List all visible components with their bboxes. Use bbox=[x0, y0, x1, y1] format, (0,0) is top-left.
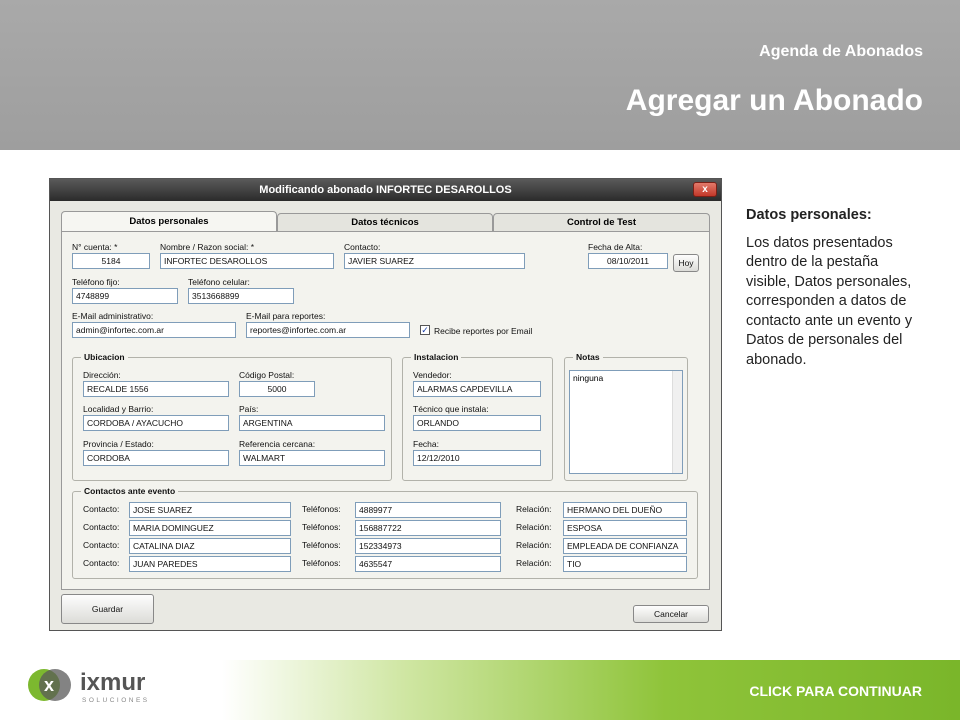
contacto-relacion-field[interactable]: TIO bbox=[563, 556, 687, 572]
contacto-telefono-field[interactable]: 4889977 bbox=[355, 502, 501, 518]
tel-fijo-field[interactable]: 4748899 bbox=[72, 288, 178, 304]
brand-subtext: SOLUCIONES bbox=[82, 697, 150, 704]
email-admin-label: E-Mail administrativo: bbox=[72, 311, 154, 321]
referencia-label: Referencia cercana: bbox=[239, 439, 316, 449]
contacto-relacion-field[interactable]: EMPLEADA DE CONFIANZA bbox=[563, 538, 687, 554]
tel-fijo-label: Teléfono fijo: bbox=[72, 277, 120, 287]
cuenta-label: N° cuenta: * bbox=[72, 242, 118, 252]
relacion-row-label: Relación: bbox=[516, 522, 552, 532]
tecnico-field[interactable]: ORLANDO bbox=[413, 415, 541, 431]
tab-datos-tecnicos[interactable]: Datos técnicos bbox=[277, 213, 493, 231]
close-icon[interactable]: x bbox=[693, 182, 717, 197]
fecha-instalacion-label: Fecha: bbox=[413, 439, 439, 449]
telefonos-row-label: Teléfonos: bbox=[302, 522, 341, 532]
contacto-field[interactable]: JAVIER SUAREZ bbox=[344, 253, 525, 269]
contacto-row-label: Contacto: bbox=[83, 522, 120, 532]
notas-text: ninguna bbox=[573, 373, 604, 383]
tab-datos-personales[interactable]: Datos personales bbox=[61, 211, 277, 231]
direccion-label: Dirección: bbox=[83, 370, 121, 380]
contacto-nombre-field[interactable]: JUAN PAREDES bbox=[129, 556, 291, 572]
hoy-button[interactable]: Hoy bbox=[673, 254, 699, 272]
contactos-title: Contactos ante evento bbox=[81, 486, 179, 496]
cancelar-button[interactable]: Cancelar bbox=[633, 605, 709, 623]
email-rep-label: E-Mail para reportes: bbox=[246, 311, 326, 321]
telefonos-row-label: Teléfonos: bbox=[302, 558, 341, 568]
tecnico-label: Técnico que instala: bbox=[413, 404, 489, 414]
tel-cel-field[interactable]: 3513668899 bbox=[188, 288, 294, 304]
recibe-reportes-checkbox[interactable]: ✓ bbox=[420, 325, 430, 335]
ubicacion-title: Ubicacion bbox=[81, 352, 128, 362]
contacto-row-label: Contacto: bbox=[83, 504, 120, 514]
provincia-field[interactable]: CORDOBA bbox=[83, 450, 229, 466]
pais-label: País: bbox=[239, 404, 259, 414]
cp-label: Código Postal: bbox=[239, 370, 295, 380]
side-body: Los datos presentados dentro de la pesta… bbox=[746, 234, 913, 368]
edit-subscriber-window: Modificando abonado INFORTEC DESAROLLOS … bbox=[49, 178, 722, 631]
relacion-row-label: Relación: bbox=[516, 504, 552, 514]
ubicacion-group: Ubicacion Dirección: RECALDE 1556 Código… bbox=[72, 352, 392, 481]
window-title: Modificando abonado INFORTEC DESAROLLOS bbox=[259, 184, 512, 196]
contacto-nombre-field[interactable]: JOSE SUAREZ bbox=[129, 502, 291, 518]
notas-title: Notas bbox=[573, 352, 603, 362]
recibe-reportes-label: Recibe reportes por Email bbox=[434, 326, 533, 336]
vendedor-field[interactable]: ALARMAS CAPDEVILLA bbox=[413, 381, 541, 397]
guardar-button[interactable]: Guardar bbox=[61, 594, 154, 624]
contacto-telefono-field[interactable]: 4635547 bbox=[355, 556, 501, 572]
localidad-field[interactable]: CORDOBA / AYACUCHO bbox=[83, 415, 229, 431]
contactos-group: Contactos ante evento Contacto: JOSE SUAR… bbox=[72, 486, 698, 579]
instalacion-title: Instalacion bbox=[411, 352, 462, 362]
fecha-alta-field[interactable]: 08/10/2011 bbox=[588, 253, 668, 269]
notas-group: Notas ninguna bbox=[564, 352, 688, 481]
window-titlebar: Modificando abonado INFORTEC DESAROLLOS … bbox=[50, 179, 721, 201]
contacto-nombre-field[interactable]: MARIA DOMINGUEZ bbox=[129, 520, 291, 536]
instalacion-group: Instalacion Vendedor: ALARMAS CAPDEVILLA… bbox=[402, 352, 553, 481]
tab-control-de-test[interactable]: Control de Test bbox=[493, 213, 710, 231]
ixmur-logo: x ixmur SOLUCIONES bbox=[28, 669, 150, 704]
continue-link[interactable]: CLICK PARA CONTINUAR bbox=[749, 683, 922, 699]
contacto-relacion-field[interactable]: ESPOSA bbox=[563, 520, 687, 536]
notas-textarea[interactable]: ninguna bbox=[569, 370, 683, 474]
fecha-instalacion-field[interactable]: 12/12/2010 bbox=[413, 450, 541, 466]
relacion-row-label: Relación: bbox=[516, 540, 552, 550]
tel-cel-label: Teléfono celular: bbox=[188, 277, 250, 287]
contacto-relacion-field[interactable]: HERMANO DEL DUEÑO bbox=[563, 502, 687, 518]
cuenta-field[interactable]: 5184 bbox=[72, 253, 150, 269]
telefonos-row-label: Teléfonos: bbox=[302, 504, 341, 514]
nombre-label: Nombre / Razon social: * bbox=[160, 242, 255, 252]
header-subtitle: Agenda de Abonados bbox=[759, 43, 923, 60]
email-rep-field[interactable]: reportes@infortec.com.ar bbox=[246, 322, 410, 338]
email-admin-field[interactable]: admin@infortec.com.ar bbox=[72, 322, 236, 338]
brand-text: ixmur bbox=[80, 669, 145, 696]
side-description: Datos personales: Los datos presentados … bbox=[746, 206, 921, 370]
telefonos-row-label: Teléfonos: bbox=[302, 540, 341, 550]
header-band: Agenda de Abonados Agregar un Abonado bbox=[0, 0, 960, 150]
contacto-nombre-field[interactable]: CATALINA DIAZ bbox=[129, 538, 291, 554]
vendedor-label: Vendedor: bbox=[413, 370, 452, 380]
direccion-field[interactable]: RECALDE 1556 bbox=[83, 381, 229, 397]
provincia-label: Provincia / Estado: bbox=[83, 439, 154, 449]
fecha-alta-label: Fecha de Alta: bbox=[588, 242, 643, 252]
pais-field[interactable]: ARGENTINA bbox=[239, 415, 385, 431]
referencia-field[interactable]: WALMART bbox=[239, 450, 385, 466]
relacion-row-label: Relación: bbox=[516, 558, 552, 568]
contacto-row-label: Contacto: bbox=[83, 540, 120, 550]
datos-personales-panel: N° cuenta: * 5184 Nombre / Razon social:… bbox=[61, 231, 710, 590]
contacto-telefono-field[interactable]: 156887722 bbox=[355, 520, 501, 536]
svg-text:x: x bbox=[44, 675, 54, 695]
notas-scrollbar[interactable] bbox=[672, 371, 682, 473]
page-title: Agregar un Abonado bbox=[625, 84, 923, 117]
side-heading: Datos personales: bbox=[746, 207, 872, 223]
cp-field[interactable]: 5000 bbox=[239, 381, 315, 397]
contacto-telefono-field[interactable]: 152334973 bbox=[355, 538, 501, 554]
contacto-label: Contacto: bbox=[344, 242, 381, 252]
localidad-label: Localidad y Barrio: bbox=[83, 404, 154, 414]
contacto-row-label: Contacto: bbox=[83, 558, 120, 568]
nombre-field[interactable]: INFORTEC DESAROLLOS bbox=[160, 253, 334, 269]
